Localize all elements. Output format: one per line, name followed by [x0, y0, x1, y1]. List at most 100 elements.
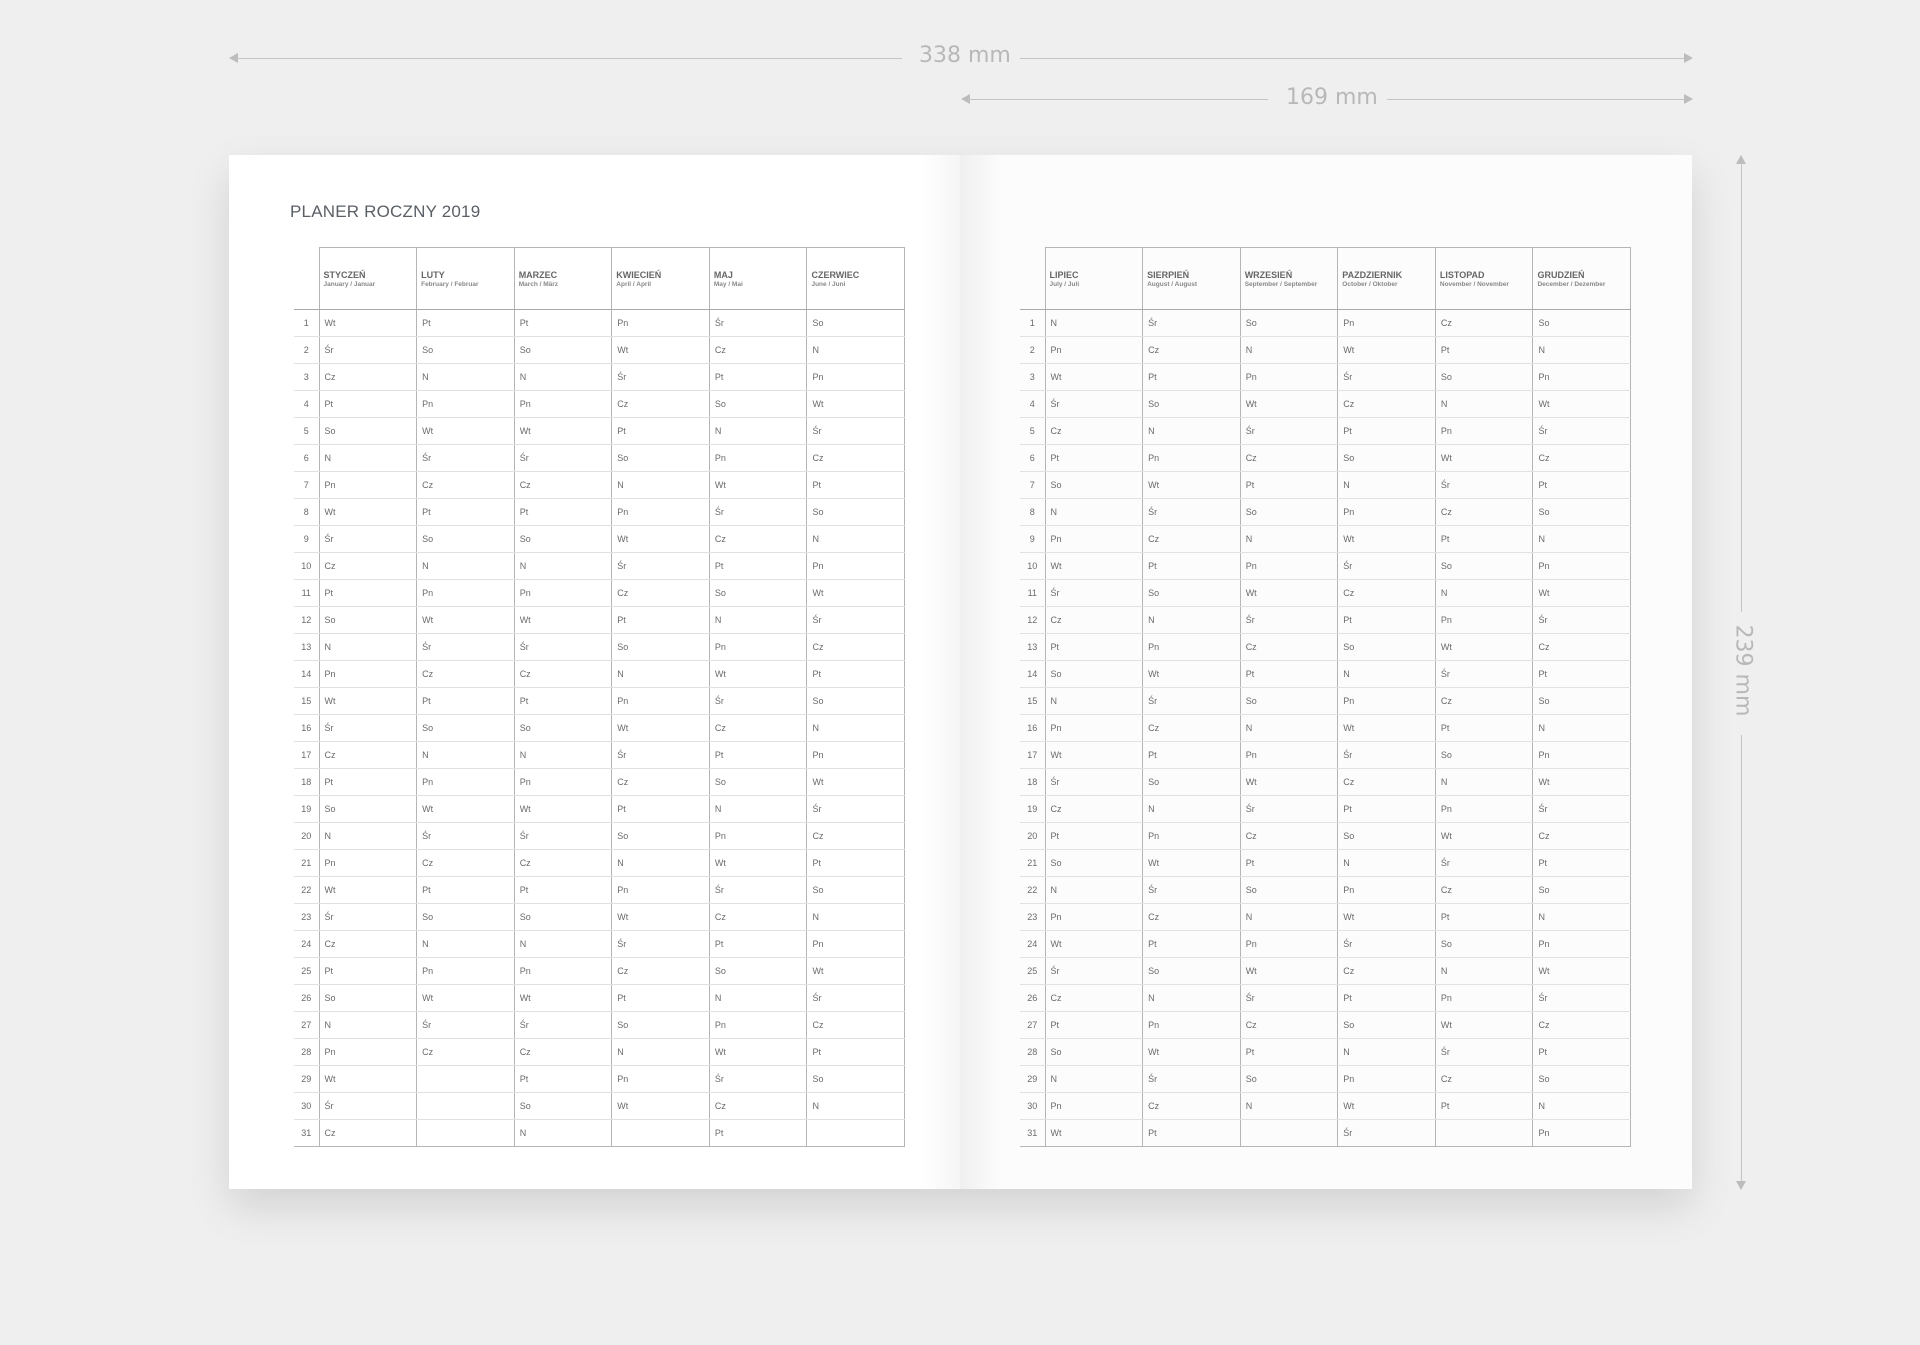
day-cell[interactable]: Wt	[1337, 336, 1436, 364]
day-cell[interactable]: Śr	[806, 417, 906, 445]
day-cell[interactable]: Cz	[611, 957, 710, 985]
day-cell[interactable]: Pn	[1239, 930, 1338, 958]
day-cell[interactable]: N	[1142, 984, 1241, 1012]
day-cell[interactable]: Wt	[513, 984, 612, 1012]
day-cell[interactable]: Cz	[1532, 1011, 1632, 1039]
day-cell[interactable]: Cz	[1532, 822, 1632, 850]
day-cell[interactable]: N	[416, 930, 515, 958]
day-cell[interactable]: Pn	[416, 768, 515, 796]
day-cell[interactable]: Pn	[513, 768, 612, 796]
day-cell[interactable]: So	[1337, 822, 1436, 850]
day-cell[interactable]: So	[806, 1065, 906, 1093]
day-cell[interactable]: Cz	[806, 822, 906, 850]
day-cell[interactable]: Pn	[1337, 876, 1436, 904]
day-cell[interactable]: Śr	[1337, 930, 1436, 958]
day-cell[interactable]: Pn	[416, 390, 515, 418]
day-cell[interactable]: Pt	[513, 498, 612, 526]
day-cell[interactable]	[806, 1119, 906, 1147]
day-cell[interactable]: Pt	[1239, 660, 1338, 688]
day-cell[interactable]: Pn	[1142, 1011, 1241, 1039]
day-cell[interactable]: Pt	[1239, 849, 1338, 877]
day-cell[interactable]: Cz	[1434, 687, 1533, 715]
day-cell[interactable]: Wt	[1044, 930, 1143, 958]
day-cell[interactable]: Cz	[611, 768, 710, 796]
day-cell[interactable]: Śr	[1239, 795, 1338, 823]
day-cell[interactable]: Cz	[1434, 1065, 1533, 1093]
day-cell[interactable]: Cz	[513, 1038, 612, 1066]
day-cell[interactable]: Cz	[1239, 1011, 1338, 1039]
day-cell[interactable]: N	[1532, 903, 1632, 931]
day-cell[interactable]: Pt	[1434, 336, 1533, 364]
day-cell[interactable]: So	[318, 984, 417, 1012]
day-cell[interactable]: Pn	[318, 471, 417, 499]
day-cell[interactable]: Cz	[318, 363, 417, 391]
day-cell[interactable]: So	[1142, 957, 1241, 985]
day-cell[interactable]: N	[318, 822, 417, 850]
day-cell[interactable]: So	[513, 903, 612, 931]
day-cell[interactable]: So	[1337, 1011, 1436, 1039]
day-cell[interactable]: Wt	[1337, 714, 1436, 742]
day-cell[interactable]: N	[416, 741, 515, 769]
day-cell[interactable]: Wt	[806, 768, 906, 796]
day-cell[interactable]: Cz	[416, 660, 515, 688]
day-cell[interactable]: Wt	[1239, 579, 1338, 607]
day-cell[interactable]: Pt	[1337, 417, 1436, 445]
day-cell[interactable]: Śr	[1044, 579, 1143, 607]
day-cell[interactable]: Śr	[513, 633, 612, 661]
day-cell[interactable]: So	[1044, 849, 1143, 877]
day-cell[interactable]: Wt	[318, 876, 417, 904]
day-cell[interactable]: Pt	[416, 309, 515, 337]
day-cell[interactable]: Pt	[1337, 984, 1436, 1012]
day-cell[interactable]: N	[806, 714, 906, 742]
day-cell[interactable]: Cz	[1239, 822, 1338, 850]
day-cell[interactable]: So	[416, 714, 515, 742]
day-cell[interactable]: N	[1434, 390, 1533, 418]
day-cell[interactable]: Wt	[1434, 444, 1533, 472]
day-cell[interactable]: Pn	[513, 390, 612, 418]
day-cell[interactable]: Pt	[708, 552, 807, 580]
day-cell[interactable]: N	[318, 1011, 417, 1039]
day-cell[interactable]: Śr	[1142, 309, 1241, 337]
day-cell[interactable]: Pt	[806, 1038, 906, 1066]
day-cell[interactable]: So	[1044, 660, 1143, 688]
day-cell[interactable]: N	[611, 1038, 710, 1066]
day-cell[interactable]: Pn	[611, 687, 710, 715]
day-cell[interactable]: Wt	[1142, 660, 1241, 688]
day-cell[interactable]	[416, 1119, 515, 1147]
day-cell[interactable]: Pn	[1239, 741, 1338, 769]
day-cell[interactable]: Wt	[1434, 1011, 1533, 1039]
day-cell[interactable]: Pn	[1532, 552, 1632, 580]
day-cell[interactable]: Cz	[1532, 444, 1632, 472]
day-cell[interactable]: Wt	[806, 390, 906, 418]
day-cell[interactable]: So	[1044, 1038, 1143, 1066]
day-cell[interactable]: Pt	[1142, 930, 1241, 958]
day-cell[interactable]: Wt	[1532, 957, 1632, 985]
day-cell[interactable]: Cz	[1337, 579, 1436, 607]
day-cell[interactable]: N	[708, 795, 807, 823]
day-cell[interactable]: Pt	[806, 471, 906, 499]
day-cell[interactable]: Pt	[513, 876, 612, 904]
day-cell[interactable]: Pn	[708, 1011, 807, 1039]
day-cell[interactable]: N	[806, 903, 906, 931]
day-cell[interactable]: Wt	[708, 471, 807, 499]
day-cell[interactable]: Pn	[1532, 1119, 1632, 1147]
day-cell[interactable]: Pn	[513, 579, 612, 607]
day-cell[interactable]: Śr	[1532, 984, 1632, 1012]
day-cell[interactable]: So	[1434, 930, 1533, 958]
day-cell[interactable]: Pt	[708, 363, 807, 391]
day-cell[interactable]: So	[1434, 363, 1533, 391]
day-cell[interactable]: Wt	[806, 957, 906, 985]
day-cell[interactable]: Śr	[806, 984, 906, 1012]
day-cell[interactable]: Wt	[1337, 903, 1436, 931]
day-cell[interactable]: Pn	[611, 876, 710, 904]
day-cell[interactable]: Pt	[1532, 471, 1632, 499]
day-cell[interactable]: So	[708, 390, 807, 418]
day-cell[interactable]: Wt	[416, 417, 515, 445]
day-cell[interactable]: So	[1532, 309, 1632, 337]
day-cell[interactable]: So	[513, 336, 612, 364]
day-cell[interactable]: Pt	[708, 930, 807, 958]
day-cell[interactable]: Pt	[318, 390, 417, 418]
day-cell[interactable]: Śr	[318, 525, 417, 553]
day-cell[interactable]: So	[1239, 876, 1338, 904]
day-cell[interactable]: N	[806, 336, 906, 364]
